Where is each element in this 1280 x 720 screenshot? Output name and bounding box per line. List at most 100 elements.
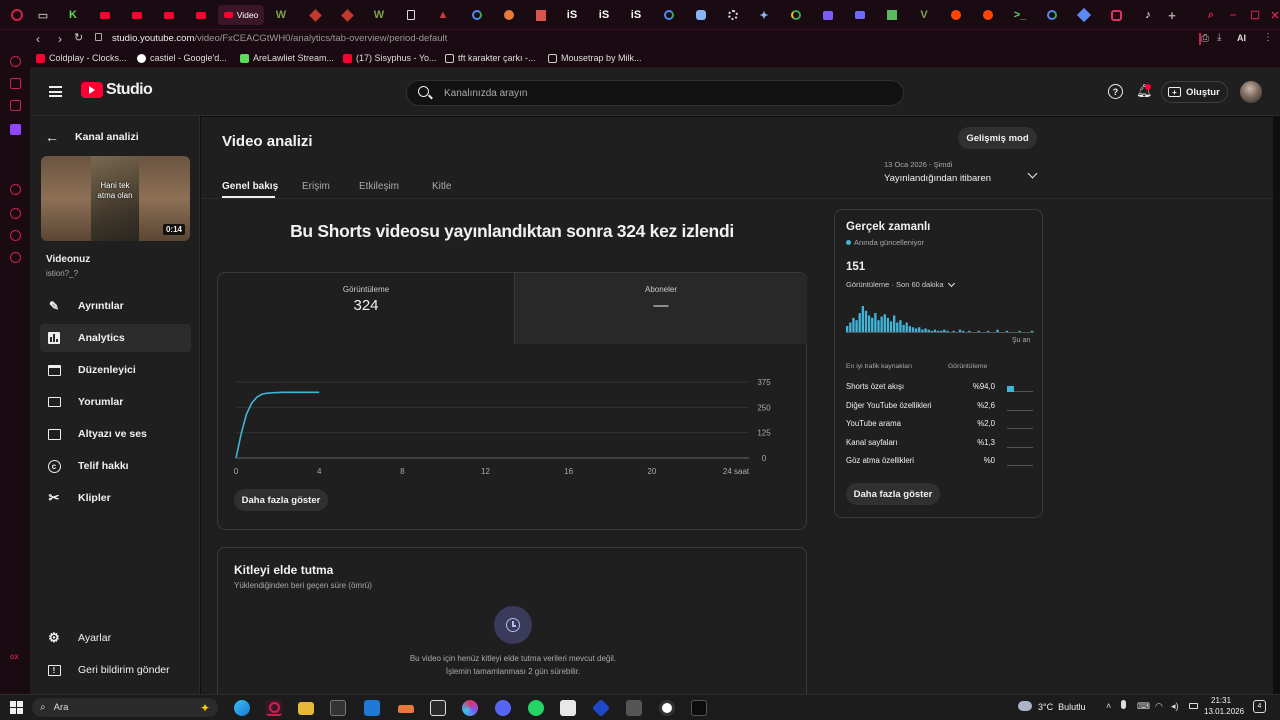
youtube-tab-icon[interactable]	[158, 5, 180, 25]
video-thumbnail[interactable]: Hani tek atma olan 0:14	[41, 156, 190, 241]
youtube-tab-icon[interactable]	[126, 5, 148, 25]
tab-icon[interactable]	[304, 5, 326, 25]
app-icon[interactable]	[659, 700, 675, 716]
battery-icon[interactable]	[1189, 703, 1198, 709]
app-icon[interactable]	[462, 700, 478, 716]
clock-date[interactable]: 13.01.2026	[1204, 707, 1244, 716]
edge-icon[interactable]	[234, 700, 250, 716]
tab-icon[interactable]: W	[270, 5, 292, 25]
bookmark-item[interactable]: Mousetrap by Milk...	[548, 53, 642, 63]
outlook-icon[interactable]	[364, 700, 380, 716]
wifi-icon[interactable]: ◠	[1155, 701, 1163, 712]
taskbar-search[interactable]: ⌕ Ara ✦	[32, 698, 218, 717]
tiktok-tab-icon[interactable]: ♪	[1137, 5, 1159, 25]
search-input[interactable]: Kanalınızda arayın	[444, 88, 527, 99]
bookmark-item[interactable]: AreLawliet Stream...	[240, 53, 334, 63]
chevron-up-icon[interactable]: ˄	[1106, 701, 1111, 711]
terminal-icon[interactable]	[691, 700, 707, 716]
tab-icon[interactable]: W	[368, 5, 390, 25]
tab-icon[interactable]	[817, 5, 839, 25]
tab-icon[interactable]	[690, 5, 712, 25]
music-icon[interactable]	[10, 100, 21, 111]
whatsapp-icon[interactable]	[528, 700, 544, 716]
create-button[interactable]: + Oluştur	[1161, 81, 1228, 103]
sidebar-item-analytics[interactable]: Analytics	[40, 324, 191, 352]
realtime-period-selector[interactable]: Görüntüleme · Son 60 dakika	[846, 279, 955, 289]
tab-audience[interactable]: Kitle	[432, 176, 451, 194]
google-tab-icon[interactable]	[466, 5, 488, 25]
avatar[interactable]	[1240, 81, 1262, 103]
volume-icon[interactable]: ◂)	[1171, 701, 1179, 712]
reload-icon[interactable]: ↻	[74, 31, 83, 44]
tab-icon[interactable]	[849, 5, 871, 25]
tab-icon[interactable]: K	[62, 5, 84, 25]
realtime-show-more-button[interactable]: Daha fazla göster	[846, 483, 940, 505]
tab-icon[interactable]	[881, 5, 903, 25]
active-tab[interactable]: Video	[218, 5, 264, 25]
tab-icon[interactable]: iS	[593, 5, 615, 25]
tab-icon[interactable]: iS	[625, 5, 647, 25]
download-icon[interactable]: ⤓	[1217, 32, 1221, 43]
back-arrow-icon[interactable]: ‹	[36, 32, 40, 46]
microphone-icon[interactable]	[1121, 700, 1126, 709]
tab-icon[interactable]	[722, 5, 744, 25]
bookmark-item[interactable]: Coldplay - Clocks...	[36, 53, 127, 63]
url-field[interactable]: studio.youtube.com/video/FxCEACGtWH0/ana…	[112, 33, 447, 44]
photos-icon[interactable]	[626, 700, 642, 716]
tab-icon[interactable]	[1073, 5, 1095, 25]
messenger-icon[interactable]	[10, 78, 21, 89]
advanced-mode-button[interactable]: Gelişmiş mod	[958, 127, 1037, 149]
sidebar-item-feedback[interactable]: ! Geri bildirim gönder	[40, 656, 191, 684]
tab-icon[interactable]: V	[913, 5, 935, 25]
app-icon[interactable]	[430, 700, 446, 716]
forward-arrow-icon[interactable]: ›	[58, 32, 62, 46]
twitch-icon[interactable]	[10, 124, 21, 135]
history-icon[interactable]	[10, 208, 21, 219]
document-tab-icon[interactable]	[400, 5, 422, 25]
terminal-tab-icon[interactable]: >_	[1009, 5, 1031, 25]
bookmark-item[interactable]: tft karakter çarkı -...	[445, 53, 536, 63]
discord-icon[interactable]	[495, 700, 511, 716]
tab-icon[interactable]: ▲	[432, 5, 454, 25]
clipboard-icon[interactable]: ⎙	[1201, 33, 1209, 44]
notification-center-icon[interactable]: 4	[1253, 700, 1266, 713]
period-selector[interactable]: 13 Oca 2026 - Şimdi Yayınlandığından iti…	[884, 160, 1038, 188]
app-icon[interactable]	[398, 703, 414, 713]
hamburger-menu-icon[interactable]	[49, 86, 62, 97]
file-explorer-icon[interactable]	[298, 702, 314, 715]
minimize-button[interactable]: –	[1222, 5, 1244, 25]
clock-time[interactable]: 21:31	[1211, 696, 1231, 705]
channel-analytics-back[interactable]: ← Kanal analizi	[45, 129, 139, 145]
instagram-tab-icon[interactable]	[1105, 5, 1127, 25]
sparkle-tab-icon[interactable]: ✦	[753, 5, 775, 25]
bookmark-item[interactable]: (17) Sisyphus - Yo...	[343, 53, 437, 63]
sidebar-item-details[interactable]: ✎ Ayrıntılar	[40, 292, 191, 320]
help-icon[interactable]: ?	[1108, 84, 1123, 99]
google-tab-icon[interactable]	[1041, 5, 1063, 25]
tab-engagement[interactable]: Etkileşim	[359, 176, 399, 194]
store-icon[interactable]	[330, 700, 346, 716]
search-tabs-icon[interactable]: ⌕	[1200, 5, 1222, 25]
sidebar-item-copyright[interactable]: c Telif hakkı	[40, 452, 191, 480]
metric-views[interactable]: Görüntüleme 324	[218, 273, 514, 344]
sidebar-item-subtitles[interactable]: Altyazı ve ses	[40, 420, 191, 448]
maximize-button[interactable]: ☐	[1244, 5, 1266, 25]
tab-overview[interactable]: Genel bakış	[222, 176, 278, 194]
tab-reach[interactable]: Erişim	[302, 176, 330, 194]
youtube-tab-icon[interactable]	[190, 5, 212, 25]
player-icon[interactable]	[10, 184, 21, 195]
tab-icon[interactable]: iS	[561, 5, 583, 25]
bookmark-item[interactable]: castiel - Google'd...	[137, 53, 227, 63]
sidebar-item-clips[interactable]: ✂ Klipler	[40, 484, 191, 512]
aria-ai-button[interactable]: AI	[1237, 33, 1246, 43]
studio-logo[interactable]: Studio	[81, 81, 153, 99]
reddit-tab-icon[interactable]	[945, 5, 967, 25]
more-menu-icon[interactable]: ⋮	[1263, 32, 1273, 43]
tab-icon[interactable]: ▭	[32, 5, 54, 25]
search-bar[interactable]: Kanalınızda arayın	[406, 80, 904, 106]
tab-icon[interactable]	[498, 5, 520, 25]
youtube-tab-icon[interactable]	[94, 5, 116, 25]
settings-icon[interactable]	[10, 252, 21, 263]
close-window-button[interactable]: ✕	[1264, 5, 1280, 25]
tab-icon[interactable]	[336, 5, 358, 25]
